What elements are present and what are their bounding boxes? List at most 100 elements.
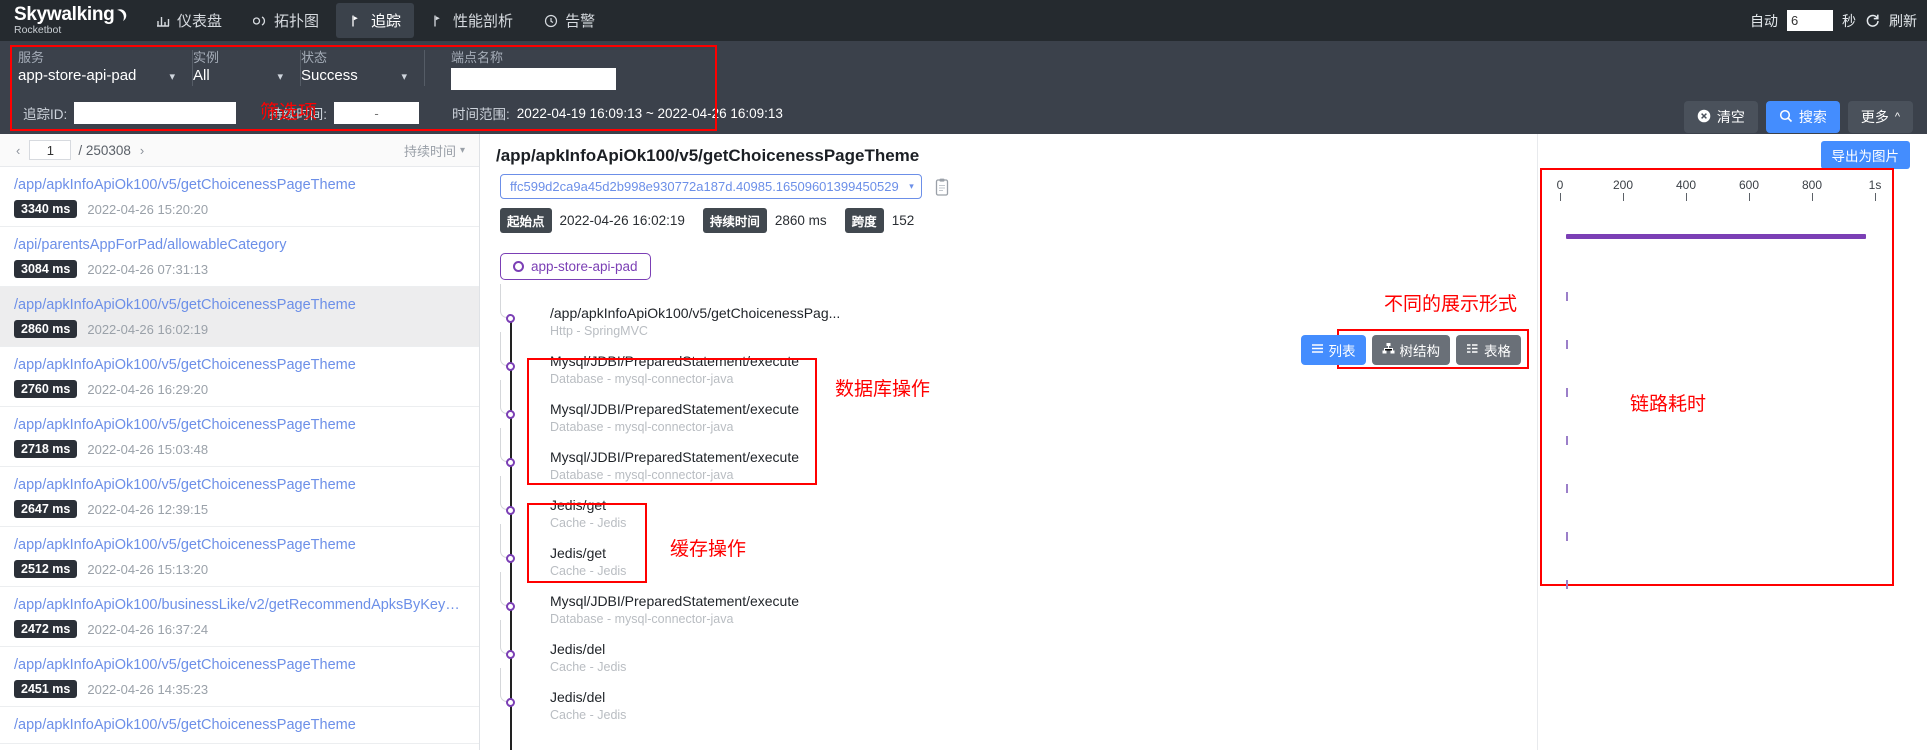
span-row[interactable]: Mysql/JDBI/PreparedStatement/execute Dat… [480, 572, 1537, 638]
trace-list-item[interactable]: /app/apkInfoApiOk100/v5/getChoicenessPag… [0, 467, 479, 527]
trace-item-name[interactable]: /app/apkInfoApiOk100/v5/getChoicenessPag… [14, 356, 465, 375]
trace-item-name[interactable]: /api/parentsAppForPad/allowableCategory [14, 236, 465, 255]
sort-label: 持续时间 [403, 143, 456, 159]
skywalking-trace-page: Skywalking Rocketbot 仪表盘 拓扑图 追踪 性能剖析 告警 … [0, 0, 1927, 750]
trace-item-name[interactable]: /app/apkInfoApiOk100/v5/getChoicenessPag… [14, 476, 465, 495]
instance-filter[interactable]: 实例 All ▾ [193, 50, 301, 86]
topology-icon [252, 13, 267, 28]
service-filter[interactable]: 服务 app-store-api-pad ▾ [18, 50, 193, 86]
axis-tick: 200 [1613, 178, 1643, 201]
trace-meta-row: 起始点 2022-04-26 16:02:19 持续时间 2860 ms 跨度 … [480, 199, 1537, 233]
trace-id-select[interactable]: ffc599d2ca9a45d2b998e930772a187d.40985.1… [500, 174, 922, 199]
trace-item-duration: 2451 ms [14, 680, 78, 698]
display-mode-list-button[interactable]: 列表 [1300, 335, 1366, 365]
trace-item-name[interactable]: /app/apkInfoApiOk100/v5/getChoicenessPag… [14, 296, 465, 315]
display-mode-tree-button[interactable]: 树结构 [1371, 335, 1450, 365]
trace-item-name[interactable]: /app/apkInfoApiOk100/v5/getChoicenessPag… [14, 416, 465, 435]
trace-list-item[interactable]: /app/apkInfoApiOk100/v5/getChoicenessPag… [0, 707, 479, 744]
span-title: Mysql/JDBI/PreparedStatement/execute [550, 449, 800, 465]
span-subtitle: Cache - Jedis [550, 516, 627, 530]
trace-item-duration: 2860 ms [14, 320, 78, 338]
search-button[interactable]: 搜索 [1765, 101, 1840, 133]
span-row[interactable]: Jedis/get Cache - Jedis [480, 524, 1537, 590]
profile-icon [431, 13, 446, 28]
trace-id-input[interactable] [74, 102, 237, 124]
clear-button[interactable]: 清空 [1683, 101, 1758, 133]
more-button[interactable]: 更多 ^ [1847, 101, 1913, 133]
nav-label-dashboard: 仪表盘 [177, 13, 223, 30]
span-node-icon [506, 458, 515, 467]
next-page-icon[interactable]: › [138, 143, 146, 158]
trace-item-duration: 2760 ms [14, 380, 78, 398]
span-row[interactable]: Mysql/JDBI/PreparedStatement/execute Dat… [480, 428, 1537, 494]
chevron-down-icon[interactable]: ▾ [169, 70, 175, 83]
span-title: /app/apkInfoApiOk100/v5/getChoicenessPag… [550, 305, 841, 321]
nav-item-alarm[interactable]: 告警 [530, 3, 608, 38]
span-label: Jedis/get Cache - Jedis [550, 544, 626, 580]
trace-list-item[interactable]: /app/apkInfoApiOk100/v5/getChoicenessPag… [0, 407, 479, 467]
axis-tick-label: 1s [1868, 178, 1882, 192]
timeline-bar-span[interactable] [1566, 436, 1568, 445]
timeline-bar-span[interactable] [1566, 580, 1568, 589]
trace-list-item[interactable]: /app/apkInfoApiOk100/v5/getChoicenessPag… [0, 167, 479, 227]
logo-subtitle: Rocketbot [14, 23, 62, 36]
page-number-input[interactable] [29, 140, 72, 160]
span-node-icon [506, 602, 515, 611]
span-row[interactable]: Jedis/del Cache - Jedis [480, 668, 1537, 734]
timeline-bar-span[interactable] [1566, 388, 1568, 397]
timeline-bar-root[interactable] [1566, 234, 1866, 239]
trace-list-item[interactable]: /app/apkInfoApiOk100/businessLike/v2/get… [0, 587, 479, 647]
trace-item-name[interactable]: /app/apkInfoApiOk100/v5/getChoicenessPag… [14, 656, 465, 675]
timeline-bar-span[interactable] [1566, 292, 1568, 301]
status-filter[interactable]: 状态 Success ▾ [301, 50, 425, 86]
nav-label-topology: 拓扑图 [274, 13, 320, 30]
span-label: Jedis/del Cache - Jedis [550, 688, 626, 724]
nav-item-dashboard[interactable]: 仪表盘 [142, 3, 235, 38]
nav-item-trace[interactable]: 追踪 [336, 3, 415, 38]
timeline-bar-span[interactable] [1566, 340, 1568, 349]
seconds-label: 秒 [1842, 12, 1856, 29]
span-connector [500, 332, 511, 366]
sort-control[interactable]: 持续时间 ▾ [404, 141, 465, 160]
chevron-down-icon[interactable]: ▾ [401, 70, 407, 83]
prev-page-icon[interactable]: ‹ [14, 143, 22, 158]
service-chip[interactable]: app-store-api-pad [500, 253, 651, 280]
trace-item-name[interactable]: /app/apkInfoApiOk100/v5/getChoicenessPag… [14, 716, 465, 735]
trace-list-item[interactable]: /app/apkInfoApiOk100/v5/getChoicenessPag… [0, 647, 479, 707]
axis-tick-mark [1623, 193, 1624, 201]
trace-item-name[interactable]: /app/apkInfoApiOk100/v5/getChoicenessPag… [14, 536, 465, 555]
duration-input[interactable] [334, 102, 420, 124]
refresh-icon[interactable] [1865, 13, 1880, 28]
search-button-label: 搜索 [1798, 109, 1827, 125]
span-row[interactable]: Jedis/get Cache - Jedis [480, 476, 1537, 542]
trace-item-name[interactable]: /app/apkInfoApiOk100/businessLike/v2/get… [14, 596, 465, 615]
trace-list-item[interactable]: /app/apkInfoApiOk100/v5/getChoicenessPag… [0, 347, 479, 407]
nav-item-topology[interactable]: 拓扑图 [239, 3, 332, 38]
span-label: /app/apkInfoApiOk100/v5/getChoicenessPag… [550, 304, 840, 340]
filter-panel: 服务 app-store-api-pad ▾ 实例 All ▾ 状态 Succe… [0, 41, 1927, 134]
auto-refresh-interval-input[interactable] [1787, 10, 1833, 31]
trace-list-item[interactable]: /app/apkInfoApiOk100/v5/getChoicenessPag… [0, 527, 479, 587]
span-connector [500, 380, 511, 414]
app-logo[interactable]: Skywalking Rocketbot [0, 5, 126, 36]
trace-detail-panel: /app/apkInfoApiOk100/v5/getChoicenessPag… [480, 134, 1537, 750]
axis-tick: 0 [1557, 178, 1567, 201]
trace-item-name[interactable]: /app/apkInfoApiOk100/v5/getChoicenessPag… [14, 176, 465, 195]
nav-item-profile[interactable]: 性能剖析 [418, 3, 526, 38]
span-subtitle: Cache - Jedis [550, 660, 627, 674]
display-mode-table-button[interactable]: 表格 [1456, 335, 1521, 365]
timeline-bar-span[interactable] [1566, 532, 1568, 541]
refresh-label[interactable]: 刷新 [1889, 11, 1917, 31]
endpoint-name-input[interactable] [451, 68, 616, 90]
copy-icon[interactable] [934, 178, 950, 196]
span-row[interactable]: Jedis/del Cache - Jedis [480, 620, 1537, 686]
trace-list-panel: ‹ / 250308 › 持续时间 ▾ /app/apkInfoApiOk100… [0, 134, 480, 750]
time-range-value[interactable]: 2022-04-19 16:09:13 ~ 2022-04-26 16:09:1… [517, 106, 783, 121]
trace-item-duration: 2472 ms [14, 620, 78, 638]
export-image-button[interactable]: 导出为图片 [1820, 141, 1910, 169]
trace-list-item-selected[interactable]: /app/apkInfoApiOk100/v5/getChoicenessPag… [0, 287, 479, 347]
chevron-down-icon[interactable]: ▾ [277, 70, 283, 83]
trace-list-item[interactable]: /api/parentsAppForPad/allowableCategory … [0, 227, 479, 287]
span-row[interactable]: Mysql/JDBI/PreparedStatement/execute Dat… [480, 380, 1537, 446]
timeline-bar-span[interactable] [1566, 484, 1568, 493]
